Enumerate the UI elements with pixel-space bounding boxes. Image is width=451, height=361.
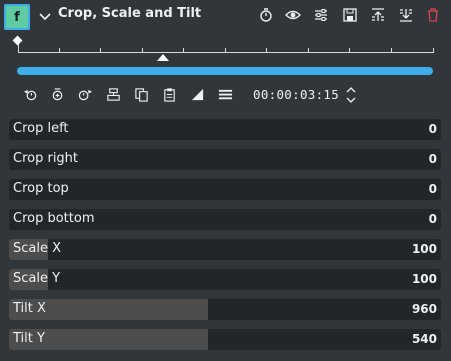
param-value[interactable]: 0 — [429, 212, 437, 226]
collapse-down-icon[interactable] — [398, 7, 414, 23]
keyframe-toolbar: 00:00:03:15 — [0, 84, 451, 106]
keyframe-marker[interactable] — [12, 35, 23, 46]
ruler-tick — [308, 48, 309, 53]
eye-icon[interactable] — [285, 7, 301, 23]
add-keyframe-icon[interactable] — [50, 87, 65, 102]
save-icon[interactable] — [342, 7, 358, 23]
param-label: Tilt X — [13, 301, 46, 316]
param-tilt-y[interactable]: Tilt Y 540 — [9, 329, 441, 350]
interpolation-icon[interactable] — [190, 87, 205, 102]
keyframe-stem — [18, 44, 19, 53]
ruler-tick — [266, 48, 267, 53]
sliders-icon[interactable] — [313, 7, 329, 23]
align-icon[interactable] — [106, 87, 121, 102]
next-keyframe-icon[interactable] — [78, 87, 93, 102]
menu-icon[interactable] — [218, 87, 233, 102]
keyframe-ruler[interactable] — [12, 35, 434, 61]
timecode-field[interactable]: 00:00:03:15 — [253, 87, 339, 102]
effect-enable-toggle[interactable]: f — [4, 4, 30, 30]
stopwatch-icon[interactable] — [258, 7, 274, 23]
param-tilt-x[interactable]: Tilt X 960 — [9, 299, 441, 320]
delete-icon[interactable] — [425, 7, 441, 23]
param-value[interactable]: 0 — [429, 122, 437, 136]
timecode-spinner[interactable] — [344, 84, 358, 106]
previous-keyframe-icon[interactable] — [23, 87, 38, 102]
chevron-down-icon[interactable] — [38, 9, 52, 23]
param-value[interactable]: 960 — [412, 302, 437, 316]
effect-title: Crop, Scale and Tilt — [58, 6, 202, 21]
paste-icon[interactable] — [162, 87, 177, 102]
ruler-tick — [59, 48, 60, 53]
ruler-tick — [183, 48, 184, 53]
param-value[interactable]: 540 — [412, 332, 437, 346]
param-value[interactable]: 0 — [429, 182, 437, 196]
param-crop-right[interactable]: Crop right 0 — [9, 149, 441, 170]
param-label: Scale X — [13, 241, 62, 256]
ruler-tick — [433, 48, 434, 53]
ruler-tick — [100, 48, 101, 53]
param-value[interactable]: 100 — [412, 242, 437, 256]
playhead-marker[interactable] — [157, 54, 169, 61]
effect-header: f Crop, Scale and Tilt — [0, 0, 451, 32]
param-value[interactable]: 0 — [429, 152, 437, 166]
param-crop-top[interactable]: Crop top 0 — [9, 179, 441, 200]
ruler-tick — [142, 48, 143, 53]
param-value[interactable]: 100 — [412, 272, 437, 286]
param-label: Crop top — [13, 181, 69, 196]
param-crop-left[interactable]: Crop left 0 — [9, 119, 441, 140]
timeline-progress-bar[interactable] — [17, 67, 433, 75]
ruler-tick — [225, 48, 226, 53]
ruler-line — [18, 52, 434, 53]
effect-badge: f — [6, 6, 28, 28]
ruler-tick — [391, 48, 392, 53]
param-label: Crop right — [13, 151, 79, 166]
collapse-up-icon[interactable] — [370, 7, 386, 23]
param-scale-y[interactable]: Scale Y 100 — [9, 269, 441, 290]
param-label: Crop bottom — [13, 211, 95, 226]
param-label: Crop left — [13, 121, 69, 136]
copy-icon[interactable] — [134, 87, 149, 102]
param-scale-x[interactable]: Scale X 100 — [9, 239, 441, 260]
param-crop-bottom[interactable]: Crop bottom 0 — [9, 209, 441, 230]
param-label: Scale Y — [13, 271, 61, 286]
param-label: Tilt Y — [13, 331, 45, 346]
ruler-tick — [349, 48, 350, 53]
